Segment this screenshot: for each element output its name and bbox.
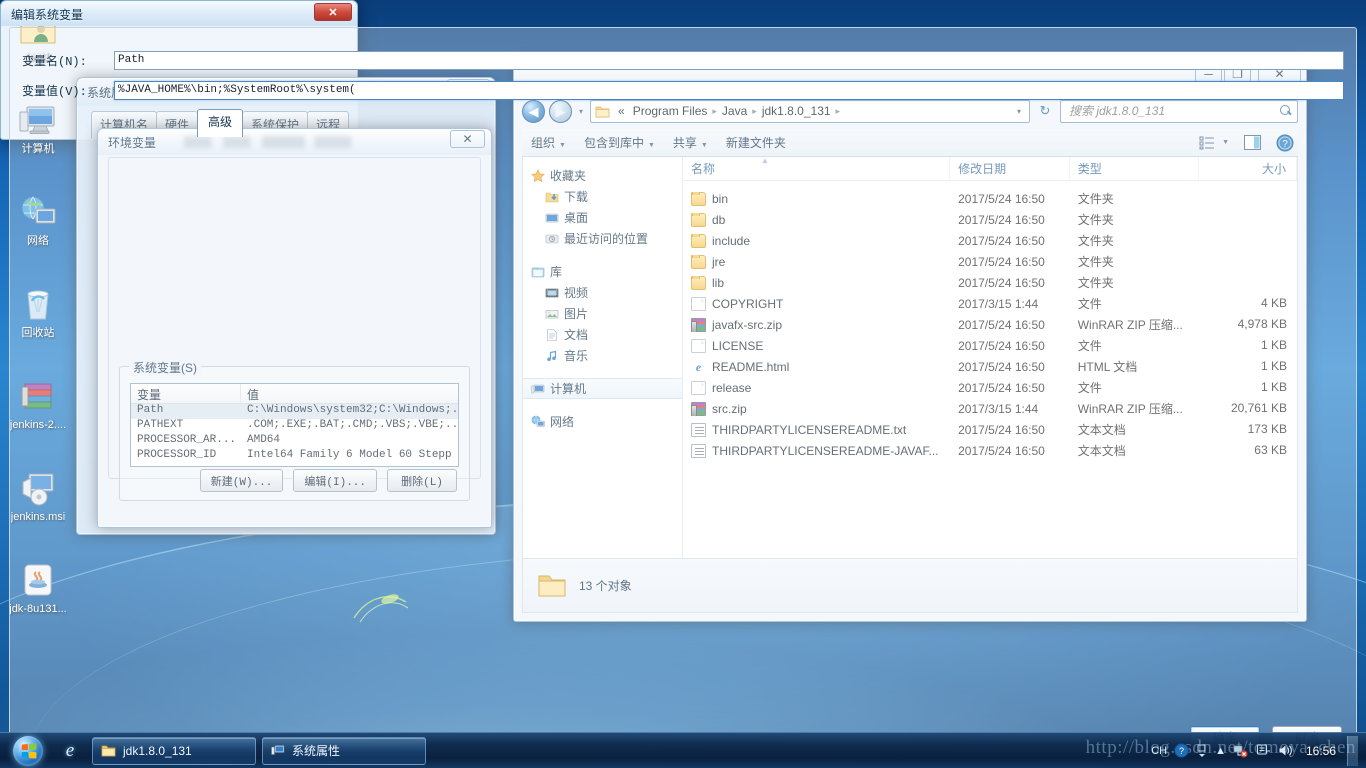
variable-name-label: 变量名(N): (22, 55, 87, 69)
tab-advanced[interactable]: 高级 (197, 109, 244, 137)
system-tray: CH ? ▲ 16:56 (1151, 735, 1366, 766)
system-properties-icon (271, 745, 285, 755)
windows-start-orb-icon (13, 735, 43, 766)
taskbar-clock[interactable]: 16:56 (1302, 744, 1340, 758)
variable-name-input[interactable]: Path (114, 51, 1344, 70)
action-center-icon[interactable] (1256, 743, 1271, 758)
network-warning-icon[interactable] (1233, 743, 1249, 758)
folder-icon (101, 745, 116, 757)
taskbar-button-explorer[interactable]: jdk1.8.0_131 (92, 736, 256, 765)
editvar-titlebar[interactable]: 编辑系统变量 ✕ (1, 1, 357, 26)
volume-icon[interactable] (1278, 743, 1295, 758)
taskbar: e jdk1.8.0_131 系统属性 http://blog.csdn.net… (0, 732, 1366, 768)
taskbar-button-label: jdk1.8.0_131 (123, 743, 192, 758)
show-hidden-icons-button[interactable]: ▲ (1215, 745, 1226, 757)
windows-flag-icon (21, 742, 36, 759)
taskbar-button-system-properties[interactable]: 系统属性 (262, 736, 426, 765)
ime-options-icon[interactable] (1196, 744, 1208, 758)
ime-indicator[interactable]: CH (1151, 745, 1167, 757)
internet-explorer-icon: e (65, 739, 75, 761)
variable-value-label: 变量值(V): (22, 85, 87, 99)
start-button[interactable] (2, 734, 54, 768)
variable-value-row: 变量值(V): %JAVA_HOME%\bin;%SystemRoot%\sys… (22, 80, 1344, 101)
ime-help-icon[interactable]: ? (1174, 743, 1189, 758)
variable-name-row: 变量名(N): Path (22, 50, 1344, 71)
taskbar-button-label: 系统属性 (292, 744, 341, 758)
show-desktop-button[interactable] (1347, 735, 1358, 766)
close-button[interactable]: ✕ (314, 3, 352, 21)
window-title: 编辑系统变量 (11, 8, 84, 22)
svg-text:?: ? (1179, 746, 1184, 756)
variable-value-input[interactable]: %JAVA_HOME%\bin;%SystemRoot%\system( (114, 81, 1344, 100)
edit-system-variable-dialog: 编辑系统变量 ✕ 变量名(N): Path 变量值(V): %JAVA_HOME… (0, 0, 1357, 760)
quicklaunch-internet-explorer[interactable]: e (54, 735, 86, 767)
